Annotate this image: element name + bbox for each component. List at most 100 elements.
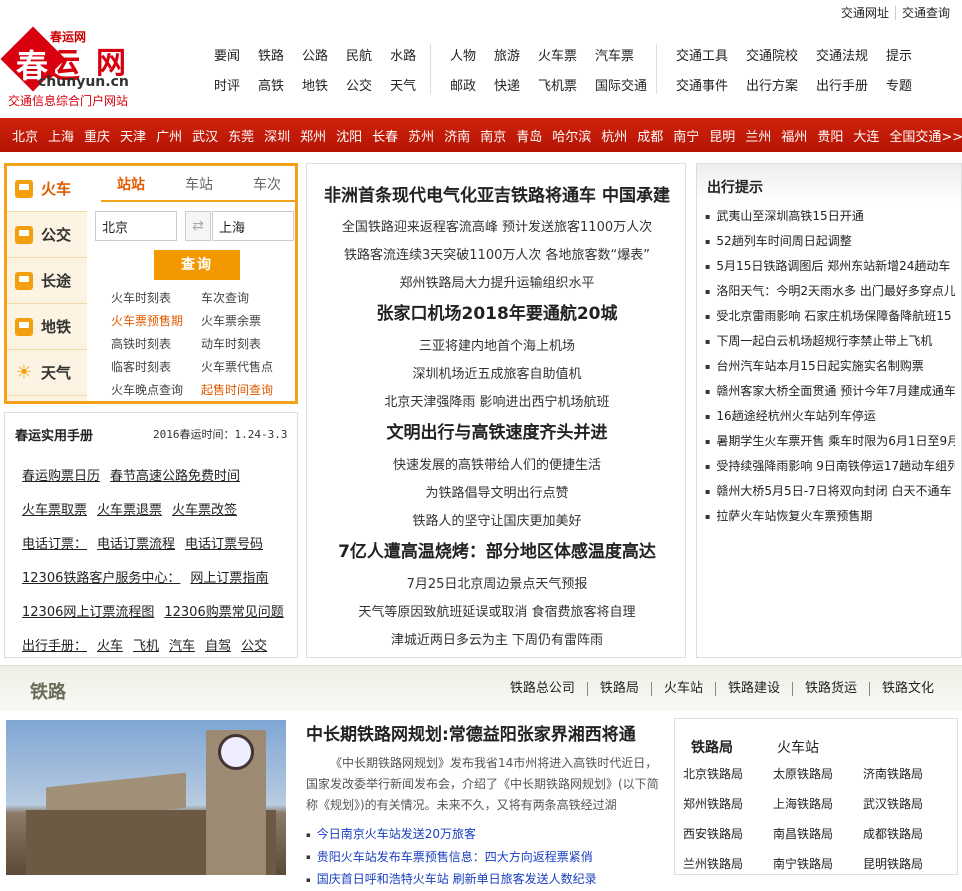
- nav-link[interactable]: 交通工具: [676, 48, 728, 66]
- handbook-link[interactable]: 12306网上订票流程图: [22, 601, 154, 620]
- handbook-link[interactable]: 网上订票指南: [190, 567, 268, 586]
- tip-item[interactable]: 洛阳天气：今明2天雨水多 出门最好多穿点儿: [705, 279, 955, 304]
- tip-item[interactable]: 52趟列车时间周日起调整: [705, 229, 955, 254]
- railway-link[interactable]: 铁路货运: [791, 682, 869, 696]
- city-link[interactable]: 兰州: [745, 126, 771, 145]
- quick-link[interactable]: 车次查询: [201, 289, 291, 307]
- article-link[interactable]: 贵阳火车站发布车票预售信息：四大方向返程票紧俏: [306, 846, 666, 869]
- nav-link[interactable]: 民航: [346, 48, 372, 66]
- bureau-link[interactable]: 郑州铁路局: [683, 795, 773, 814]
- headline-link[interactable]: 7月25日北京周边景点天气预报: [307, 573, 687, 592]
- city-link[interactable]: 沈阳: [336, 126, 362, 145]
- headline-link[interactable]: 铁路人的坚守让国庆更加美好: [307, 510, 687, 529]
- nav-link[interactable]: 时评: [214, 78, 240, 96]
- handbook-link[interactable]: 火车: [97, 635, 123, 654]
- category-tab[interactable]: ☀ 天气: [7, 350, 87, 396]
- top-link-traffic-sites[interactable]: 交通网址: [835, 6, 895, 20]
- railway-link[interactable]: 铁路建设: [714, 682, 792, 696]
- bureau-tab[interactable]: 铁路局: [691, 737, 733, 757]
- quick-link[interactable]: 火车时刻表: [111, 289, 201, 307]
- quick-link[interactable]: 动车时刻表: [201, 335, 291, 353]
- headline-link[interactable]: 天气等原因致航班延误或取消 食宿费旅客将自理: [307, 601, 687, 620]
- nav-link[interactable]: 专题: [886, 78, 912, 96]
- quick-link[interactable]: 火车票预售期: [111, 312, 201, 330]
- category-tab[interactable]: 长途: [7, 258, 87, 304]
- quick-link[interactable]: 火车票余票: [201, 312, 291, 330]
- handbook-link[interactable]: 火车票退票: [97, 499, 162, 518]
- nav-link[interactable]: 交通法规: [816, 48, 868, 66]
- city-link[interactable]: 贵阳: [817, 126, 843, 145]
- nav-link[interactable]: 邮政: [450, 78, 476, 96]
- city-link[interactable]: 福州: [781, 126, 807, 145]
- nav-link[interactable]: 地铁: [302, 78, 328, 96]
- handbook-link[interactable]: 飞机: [133, 635, 159, 654]
- tip-item[interactable]: 武夷山至深圳高铁15日开通: [705, 204, 955, 229]
- city-link[interactable]: 广州: [156, 126, 182, 145]
- to-station-input[interactable]: [212, 211, 294, 241]
- bureau-link[interactable]: 西安铁路局: [683, 825, 773, 844]
- headline-link[interactable]: 快速发展的高铁带给人们的便捷生活: [307, 454, 687, 473]
- from-station-input[interactable]: [95, 211, 177, 241]
- article-link[interactable]: 今日南京火车站发送20万旅客: [306, 823, 666, 846]
- quick-link[interactable]: 火车晚点查询: [111, 381, 201, 399]
- nav-link[interactable]: 人物: [450, 48, 476, 66]
- handbook-link[interactable]: 春节高速公路免费时间: [110, 465, 240, 484]
- handbook-link[interactable]: 公交: [241, 635, 267, 654]
- nav-link[interactable]: 天气: [390, 78, 416, 96]
- tip-item[interactable]: 5月15日铁路调图后 郑州东站新增24趟动车: [705, 254, 955, 279]
- mode-tab[interactable]: 车次: [237, 174, 297, 194]
- headline-link[interactable]: 张家口机场2018年要通航20城: [307, 299, 687, 324]
- bureau-link[interactable]: 太原铁路局: [773, 765, 863, 784]
- city-link[interactable]: 全国交通>>: [889, 126, 962, 145]
- headline-link[interactable]: 郑州铁路局大力提升运输组织水平: [307, 272, 687, 291]
- query-button[interactable]: 查询: [154, 250, 240, 280]
- nav-link[interactable]: 国际交通: [595, 78, 647, 96]
- city-link[interactable]: 北京: [12, 126, 38, 145]
- article-title[interactable]: 中长期铁路网规划:常德益阳张家界湘西将通: [306, 720, 666, 745]
- nav-link[interactable]: 铁路: [258, 48, 284, 66]
- quick-link[interactable]: 高铁时刻表: [111, 335, 201, 353]
- bureau-link[interactable]: 成都铁路局: [863, 825, 953, 844]
- handbook-link[interactable]: 电话订票流程: [97, 533, 175, 552]
- headline-link[interactable]: 为铁路倡导文明出行点赞: [307, 482, 687, 501]
- city-link[interactable]: 天津: [120, 126, 146, 145]
- mode-tab[interactable]: 车站: [169, 174, 229, 194]
- nav-link[interactable]: 交通事件: [676, 78, 728, 96]
- headline-link[interactable]: 铁路客流连续3天突破1100万人次 各地旅客数“爆表”: [307, 244, 687, 263]
- article-link[interactable]: 国庆首日呼和浩特火车站 刷新单日旅客发送人数纪录: [306, 868, 666, 891]
- railway-link[interactable]: 铁路总公司: [498, 682, 587, 696]
- city-link[interactable]: 深圳: [264, 126, 290, 145]
- mode-tab[interactable]: 站站: [101, 174, 161, 194]
- headline-link[interactable]: 北京天津强降雨 影响进出西宁机场航班: [307, 391, 687, 410]
- railway-link[interactable]: 火车站: [650, 682, 715, 696]
- city-link[interactable]: 郑州: [300, 126, 326, 145]
- headline-link[interactable]: 文明出行与高铁速度齐头并进: [307, 418, 687, 443]
- city-link[interactable]: 济南: [444, 126, 470, 145]
- handbook-link[interactable]: 电话订票号码: [185, 533, 263, 552]
- headline-link[interactable]: 非洲首条现代电气化亚吉铁路将通车 中国承建: [307, 181, 687, 206]
- nav-link[interactable]: 要闻: [214, 48, 240, 66]
- site-logo[interactable]: 春运网 春运 网 chunyun.cn 交通信息综合门户网站: [0, 26, 148, 110]
- quick-link[interactable]: 火车票代售点: [201, 358, 291, 376]
- railway-station-photo[interactable]: [6, 720, 286, 875]
- city-link[interactable]: 苏州: [408, 126, 434, 145]
- handbook-link[interactable]: 12306购票常见问题: [164, 601, 283, 620]
- tip-item[interactable]: 受持续强降雨影响 9日南铁停运17趟动车组列: [705, 454, 955, 479]
- city-link[interactable]: 昆明: [709, 126, 735, 145]
- city-link[interactable]: 东莞: [228, 126, 254, 145]
- city-link[interactable]: 重庆: [84, 126, 110, 145]
- top-link-traffic-query[interactable]: 交通查询: [894, 6, 956, 20]
- railway-link[interactable]: 铁路文化: [868, 682, 946, 696]
- handbook-link[interactable]: 火车票取票: [22, 499, 87, 518]
- nav-link[interactable]: 出行方案: [746, 78, 798, 96]
- bureau-link[interactable]: 武汉铁路局: [863, 795, 953, 814]
- tip-item[interactable]: 赣州大桥5月5日-7日将双向封闭 白天不通车: [705, 479, 955, 504]
- nav-link[interactable]: 出行手册: [816, 78, 868, 96]
- handbook-link[interactable]: 自驾: [205, 635, 231, 654]
- quick-link[interactable]: 起售时间查询: [201, 381, 291, 399]
- nav-link[interactable]: 交通院校: [746, 48, 798, 66]
- nav-link[interactable]: 水路: [390, 48, 416, 66]
- nav-link[interactable]: 公路: [302, 48, 328, 66]
- city-link[interactable]: 哈尔滨: [552, 126, 591, 145]
- city-link[interactable]: 南宁: [673, 126, 699, 145]
